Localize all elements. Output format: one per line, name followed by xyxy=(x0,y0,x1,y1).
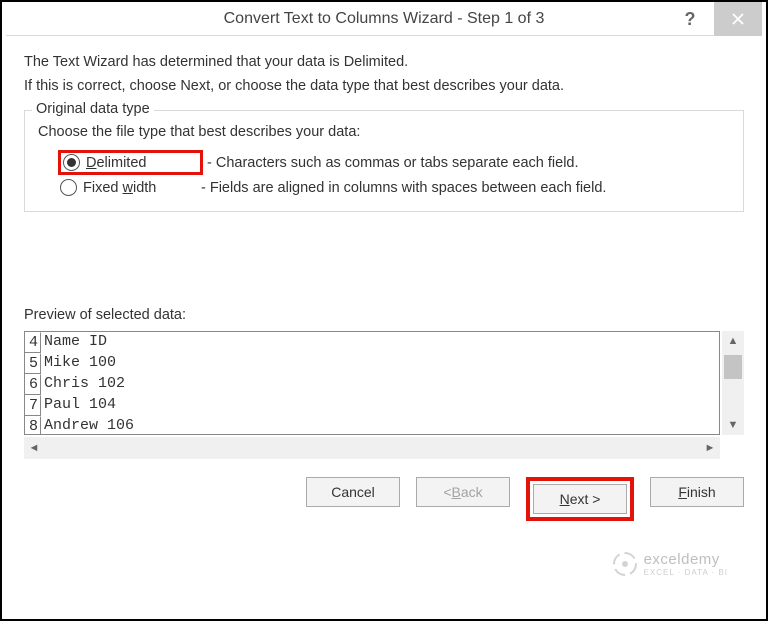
finish-button[interactable]: Finish xyxy=(650,477,744,507)
radio-delimited-label[interactable]: Delimited xyxy=(86,155,194,171)
preview-box[interactable]: 4Name ID 5Mike 100 6Chris 102 7Paul 104 … xyxy=(24,331,720,435)
radio-delimited-desc: - Characters such as commas or tabs sepa… xyxy=(207,155,579,171)
preview-area: 4Name ID 5Mike 100 6Chris 102 7Paul 104 … xyxy=(24,331,744,459)
preview-row: 7Paul 104 xyxy=(25,395,719,416)
description-line-2: If this is correct, choose Next, or choo… xyxy=(24,78,744,94)
preview-horizontal-scrollbar[interactable]: ◄ ► xyxy=(24,437,720,459)
scroll-right-icon[interactable]: ► xyxy=(700,437,720,459)
radio-dot-icon xyxy=(67,158,76,167)
radio-fixedwidth-label[interactable]: Fixed width xyxy=(83,180,191,196)
watermark-tagline: EXCEL · DATA · BI xyxy=(644,568,728,577)
watermark-brand: exceldemy xyxy=(644,551,728,568)
radio-fixedwidth[interactable] xyxy=(60,179,77,196)
radio-delimited-row: Delimited - Characters such as commas or… xyxy=(58,150,732,175)
help-button[interactable]: ? xyxy=(666,2,714,36)
cancel-button[interactable]: Cancel xyxy=(306,477,400,507)
scroll-down-icon[interactable]: ▼ xyxy=(722,415,744,435)
scroll-up-icon[interactable]: ▲ xyxy=(722,331,744,351)
preview-label: Preview of selected data: xyxy=(24,307,744,323)
annotation-highlight-delimited: Delimited xyxy=(58,150,203,175)
wizard-dialog: Convert Text to Columns Wizard - Step 1 … xyxy=(6,2,762,611)
radio-delimited[interactable] xyxy=(63,154,80,171)
description-line-1: The Text Wizard has determined that your… xyxy=(24,54,744,70)
group-instruction: Choose the file type that best describes… xyxy=(38,124,732,140)
button-row: Cancel < Back Next > Finish xyxy=(6,459,762,521)
radio-fixedwidth-desc: - Fields are aligned in columns with spa… xyxy=(201,180,606,196)
close-icon xyxy=(731,12,745,26)
next-button[interactable]: Next > xyxy=(533,484,627,514)
group-title: Original data type xyxy=(32,101,154,117)
preview-row: 8Andrew 106 xyxy=(25,416,719,435)
annotation-highlight-next: Next > xyxy=(526,477,634,521)
dialog-title: Convert Text to Columns Wizard - Step 1 … xyxy=(224,10,545,28)
watermark-logo-icon xyxy=(612,551,638,577)
radio-fixedwidth-row: Fixed width - Fields are aligned in colu… xyxy=(58,178,732,197)
preview-row: 6Chris 102 xyxy=(25,374,719,395)
watermark: exceldemy EXCEL · DATA · BI xyxy=(612,551,728,577)
original-data-type-group: Original data type Choose the file type … xyxy=(24,102,744,212)
preview-row: 4Name ID xyxy=(25,332,719,353)
preview-vertical-scrollbar[interactable]: ▲ ▼ xyxy=(722,331,744,435)
scroll-left-icon[interactable]: ◄ xyxy=(24,437,44,459)
titlebar: Convert Text to Columns Wizard - Step 1 … xyxy=(6,2,762,36)
preview-row: 5Mike 100 xyxy=(25,353,719,374)
back-button: < Back xyxy=(416,477,510,507)
close-button[interactable] xyxy=(714,2,762,36)
scroll-thumb[interactable] xyxy=(724,355,742,379)
